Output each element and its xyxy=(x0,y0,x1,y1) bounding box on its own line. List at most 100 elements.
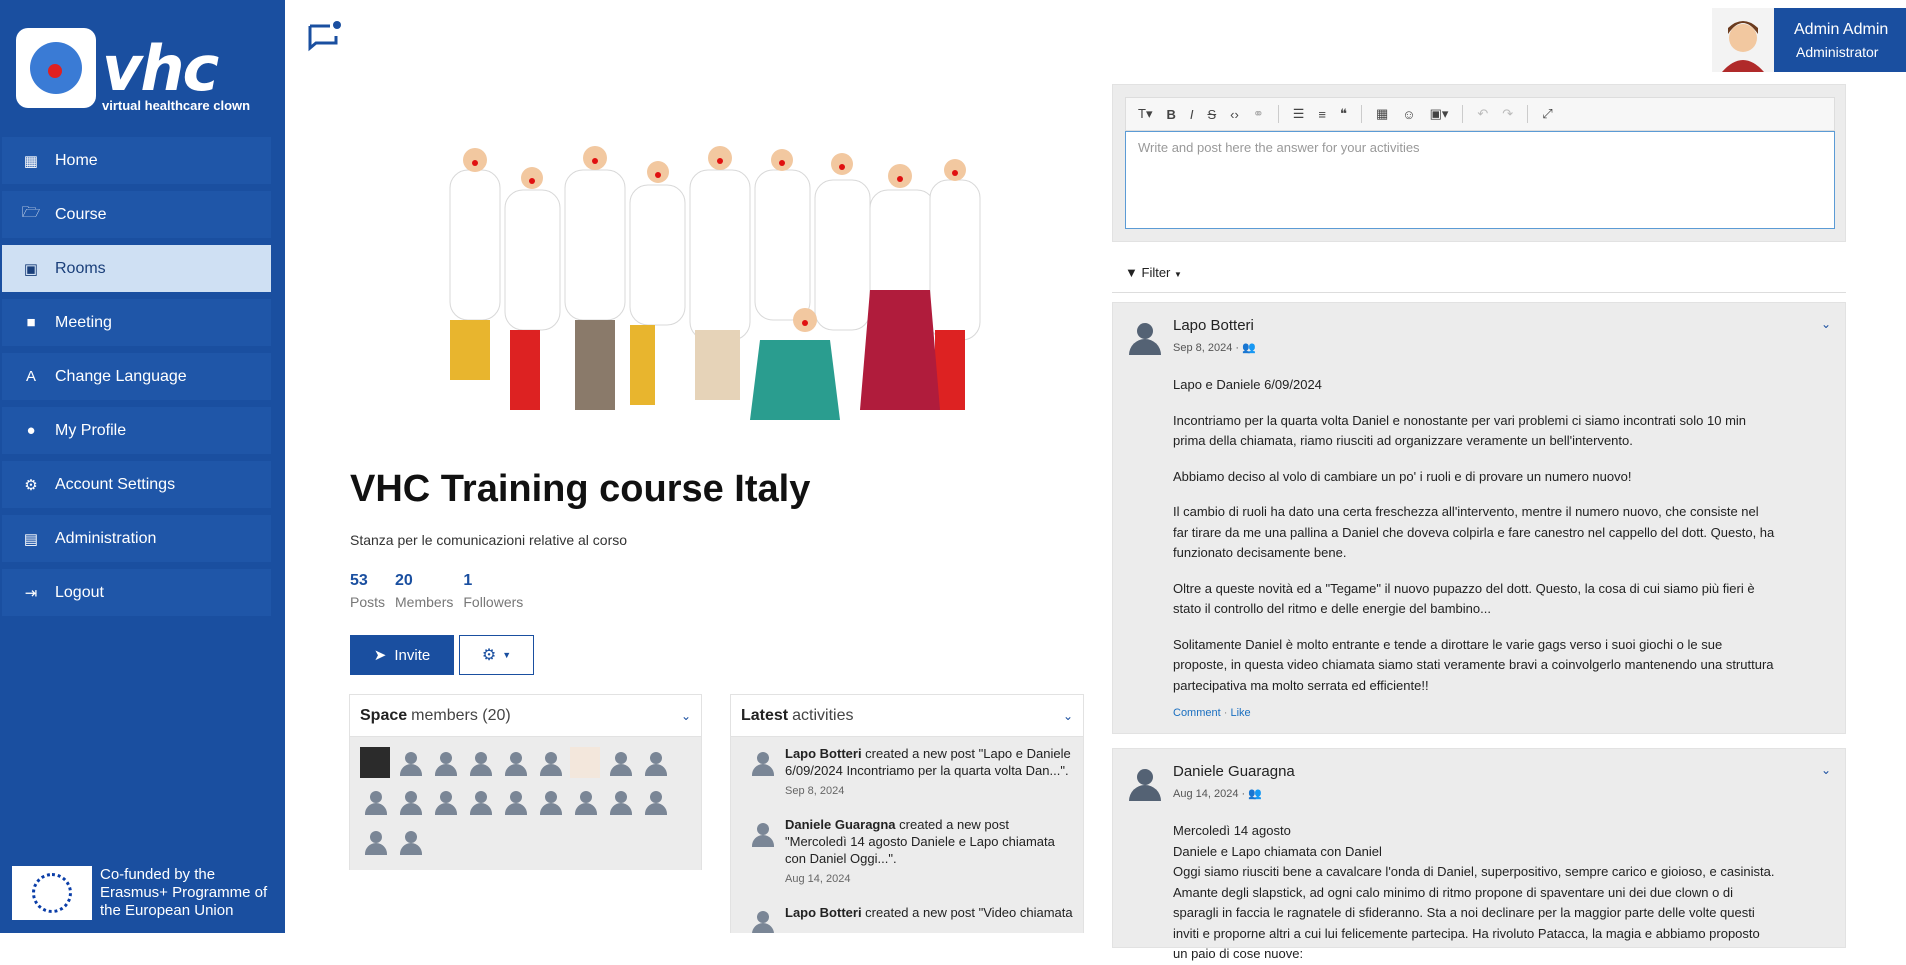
space-stats: 53 Posts 20 Members 1 Followers xyxy=(350,572,523,610)
space-settings-dropdown[interactable]: ⚙ ▼ xyxy=(459,635,534,675)
stat-label: Members xyxy=(395,594,454,610)
user-cog-icon: ⚙ xyxy=(24,476,38,494)
chevron-down-icon[interactable]: ⌄ xyxy=(1821,763,1831,777)
translate-icon: A xyxy=(25,368,36,385)
sidebar-item-account-settings[interactable]: ⚙ Account Settings xyxy=(2,461,271,508)
vhc-logo[interactable]: vhc virtual healthcare clown xyxy=(16,28,256,114)
avatar[interactable] xyxy=(570,786,600,817)
panel-header[interactable]: Space members (20) ⌄ xyxy=(350,695,701,737)
avatar[interactable] xyxy=(360,826,390,857)
avatar[interactable] xyxy=(535,747,565,778)
activity-author: Lapo Botteri xyxy=(785,905,862,920)
sidebar-item-home[interactable]: ▦ Home xyxy=(2,137,271,184)
post-editor: T▾ B I S ‹› ⚭ ☰ ≡ ❝ ▦ ☺ ▣▾ ↶ ↷ ⤢ Write a… xyxy=(1112,84,1846,242)
sidebar-item-logout[interactable]: ⇥ Logout xyxy=(2,569,271,616)
avatar[interactable] xyxy=(430,786,460,817)
post-input[interactable]: Write and post here the answer for your … xyxy=(1125,131,1835,229)
quote-icon[interactable]: ❝ xyxy=(1340,106,1347,122)
avatar[interactable] xyxy=(395,786,425,817)
caret-down-icon: ▼ xyxy=(502,650,512,660)
chevron-down-icon[interactable]: ⌄ xyxy=(1063,709,1073,723)
sidebar-item-label: Rooms xyxy=(55,259,106,277)
undo-icon[interactable]: ↶ xyxy=(1477,106,1488,122)
image-icon[interactable]: ▣▾ xyxy=(1430,106,1449,122)
avatar[interactable] xyxy=(500,786,530,817)
invite-label: Invite xyxy=(394,646,431,664)
avatar[interactable] xyxy=(395,747,425,778)
comment-link[interactable]: Comment xyxy=(1173,707,1221,719)
logo-text: vhc xyxy=(102,32,219,105)
code-icon[interactable]: ‹› xyxy=(1230,107,1239,122)
invite-button[interactable]: ➤ Invite xyxy=(350,635,454,675)
avatar xyxy=(747,747,777,778)
avatar[interactable] xyxy=(465,786,495,817)
avatar[interactable] xyxy=(640,786,670,817)
avatar[interactable] xyxy=(640,747,670,778)
text-size-icon[interactable]: T▾ xyxy=(1138,106,1152,122)
fullscreen-icon[interactable]: ⤢ xyxy=(1542,106,1552,122)
numbered-list-icon[interactable]: ≡ xyxy=(1318,107,1326,122)
activity-text: created a new post "Video chiamata xyxy=(861,905,1073,920)
sidebar-item-rooms[interactable]: ▣ Rooms xyxy=(2,245,271,292)
stat-members[interactable]: 20 Members xyxy=(395,572,453,610)
avatar[interactable] xyxy=(395,826,425,857)
caret-down-icon: ▼ xyxy=(1174,270,1182,279)
post-author[interactable]: Daniele Guaragna xyxy=(1173,763,1295,780)
post-date[interactable]: Aug 14, 2024 · 👥 xyxy=(1173,787,1262,800)
post-author[interactable]: Lapo Botteri xyxy=(1173,317,1254,334)
bold-icon[interactable]: B xyxy=(1166,107,1175,122)
post-paragraph: Incontriamo per la quarta volta Daniel e… xyxy=(1173,412,1747,449)
avatar[interactable] xyxy=(465,747,495,778)
sidebar-item-change-language[interactable]: A Change Language xyxy=(2,353,271,400)
avatar[interactable] xyxy=(360,786,390,817)
post-date[interactable]: Sep 8, 2024 · 👥 xyxy=(1173,341,1256,354)
stat-followers[interactable]: 1 Followers xyxy=(463,572,523,610)
avatar[interactable] xyxy=(570,747,600,778)
strikethrough-icon[interactable]: S xyxy=(1207,107,1216,122)
user-menu[interactable]: Admin Admin Administrator xyxy=(1712,8,1906,72)
presentation-icon: ▣ xyxy=(23,260,39,278)
sidebar-item-my-profile[interactable]: ● My Profile xyxy=(2,407,271,454)
avatar[interactable] xyxy=(605,747,635,778)
sidebar-item-label: Account Settings xyxy=(55,475,176,493)
post-date-text: Sep 8, 2024 · xyxy=(1173,342,1240,354)
list-item[interactable]: Lapo Botteri created a new post "Lapo e … xyxy=(741,745,1073,800)
sidebar-item-label: Logout xyxy=(55,583,104,601)
avatar[interactable] xyxy=(1127,321,1163,357)
sidebar-item-label: Change Language xyxy=(55,367,187,385)
editor-toolbar: T▾ B I S ‹› ⚭ ☰ ≡ ❝ ▦ ☺ ▣▾ ↶ ↷ ⤢ xyxy=(1125,97,1835,131)
stat-label: Followers xyxy=(463,594,524,610)
user-role: Administrator xyxy=(1796,44,1879,60)
avatar[interactable] xyxy=(500,747,530,778)
emoji-icon[interactable]: ☺ xyxy=(1402,107,1415,122)
filter-label: Filter xyxy=(1141,265,1171,280)
avatar[interactable] xyxy=(360,747,390,778)
avatar[interactable] xyxy=(605,786,635,817)
avatar[interactable] xyxy=(430,747,460,778)
sidebar-item-label: Meeting xyxy=(55,313,112,331)
bullet-list-icon[interactable]: ☰ xyxy=(1293,106,1305,122)
sidebar-item-meeting[interactable]: ■ Meeting xyxy=(2,299,271,346)
post-card: Daniele Guaragna Aug 14, 2024 · 👥 ⌄ Merc… xyxy=(1112,748,1846,961)
stat-posts[interactable]: 53 Posts xyxy=(350,572,385,610)
list-item[interactable]: Lapo Botteri created a new post "Video c… xyxy=(741,904,1073,933)
panel-header[interactable]: Latest activities ⌄ xyxy=(731,695,1083,737)
filter-dropdown[interactable]: ▼ Filter ▼ xyxy=(1125,265,1182,280)
sidebar-item-label: Administration xyxy=(55,529,157,547)
redo-icon[interactable]: ↷ xyxy=(1502,106,1513,122)
latest-activities-panel: Latest activities ⌄ Lapo Botteri created… xyxy=(730,694,1084,933)
sidebar-item-administration[interactable]: ▤ Administration xyxy=(2,515,271,562)
list-item[interactable]: Daniele Guaragna created a new post "Mer… xyxy=(741,816,1073,888)
post-paragraph: Oltre a queste novità ed a "Tegame" il n… xyxy=(1173,580,1755,617)
chevron-down-icon[interactable]: ⌄ xyxy=(681,709,691,723)
chat-notification-icon[interactable] xyxy=(306,20,342,56)
table-icon[interactable]: ▦ xyxy=(1376,106,1388,122)
avatar[interactable] xyxy=(535,786,565,817)
like-link[interactable]: Like xyxy=(1230,707,1250,719)
italic-icon[interactable]: I xyxy=(1190,107,1194,122)
avatar[interactable] xyxy=(1127,767,1163,803)
link-icon[interactable]: ⚭ xyxy=(1253,106,1264,122)
space-banner-image xyxy=(449,146,981,420)
sidebar-item-course[interactable]: 🗁 Course xyxy=(2,191,271,238)
chevron-down-icon[interactable]: ⌄ xyxy=(1821,317,1831,331)
